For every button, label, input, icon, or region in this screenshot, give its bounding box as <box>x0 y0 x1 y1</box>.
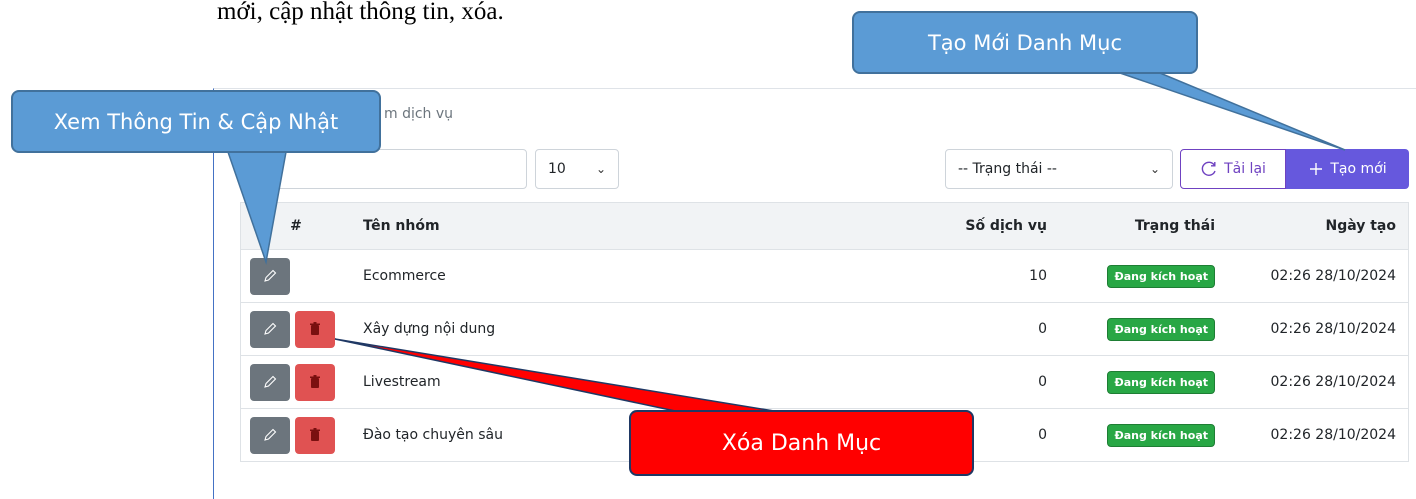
chevron-down-icon: ⌄ <box>1149 162 1160 176</box>
pencil-icon <box>264 269 277 282</box>
refresh-icon <box>1201 161 1216 176</box>
trash-icon <box>310 428 320 441</box>
header-status[interactable]: Trạng thái <box>1059 218 1227 234</box>
edit-button[interactable] <box>250 363 290 401</box>
table-row: Ecommerce 10 Đang kích hoạt 02:26 28/10/… <box>241 249 1408 302</box>
delete-callout: Xóa Danh Mục <box>629 410 974 476</box>
table-row: Xây dựng nội dung 0 Đang kích hoạt 02:26… <box>241 302 1408 355</box>
search-input[interactable] <box>240 149 527 189</box>
status-badge: Đang kích hoạt <box>1107 370 1215 394</box>
document-text: mới, cập nhật thông tin, xóa. <box>217 0 504 25</box>
delete-button[interactable] <box>295 416 335 454</box>
create-button[interactable]: Tạo mới <box>1286 149 1409 189</box>
row-date: 02:26 28/10/2024 <box>1270 427 1397 443</box>
status-filter-select[interactable]: -- Trạng thái -- ⌄ <box>945 149 1173 189</box>
edit-button[interactable] <box>250 310 290 348</box>
row-count: 0 <box>1038 374 1047 390</box>
row-date: 02:26 28/10/2024 <box>1270 321 1397 337</box>
status-badge: Đang kích hoạt <box>1107 264 1215 288</box>
header-count[interactable]: Số dịch vụ <box>859 218 1059 234</box>
table-header: # Tên nhóm Số dịch vụ Trạng thái Ngày tạ… <box>241 203 1408 249</box>
pencil-icon <box>264 428 277 441</box>
row-name: Livestream <box>363 374 441 390</box>
row-date: 02:26 28/10/2024 <box>1270 268 1397 284</box>
plus-icon <box>1310 163 1323 175</box>
edit-button[interactable] <box>250 416 290 454</box>
table-row: Livestream 0 Đang kích hoạt 02:26 28/10/… <box>241 355 1408 408</box>
create-label: Tạo mới <box>1330 161 1387 177</box>
view-update-callout: Xem Thông Tin & Cập Nhật <box>11 90 381 153</box>
status-filter-value: -- Trạng thái -- <box>958 161 1057 177</box>
row-name: Ecommerce <box>363 268 446 284</box>
header-name[interactable]: Tên nhóm <box>351 218 859 234</box>
edit-button[interactable] <box>250 257 290 295</box>
header-index: # <box>290 218 302 234</box>
header-date[interactable]: Ngày tạo <box>1227 218 1408 234</box>
reload-button[interactable]: Tải lại <box>1180 149 1286 189</box>
page-size-select[interactable]: 10 ⌄ <box>535 149 619 189</box>
page-size-value: 10 <box>548 161 566 177</box>
create-callout: Tạo Mới Danh Mục <box>852 11 1198 74</box>
pencil-icon <box>264 375 277 388</box>
trash-icon <box>310 375 320 388</box>
breadcrumb: m dịch vụ <box>384 106 454 122</box>
chevron-down-icon: ⌄ <box>595 162 606 176</box>
delete-button[interactable] <box>295 363 335 401</box>
delete-button[interactable] <box>295 310 335 348</box>
row-count: 0 <box>1038 321 1047 337</box>
status-badge: Đang kích hoạt <box>1107 317 1215 341</box>
pencil-icon <box>264 322 277 335</box>
row-count: 10 <box>1029 268 1047 284</box>
trash-icon <box>310 322 320 335</box>
row-date: 02:26 28/10/2024 <box>1270 374 1397 390</box>
reload-label: Tải lại <box>1224 161 1266 177</box>
row-name: Xây dựng nội dung <box>363 321 496 337</box>
status-badge: Đang kích hoạt <box>1107 423 1215 447</box>
